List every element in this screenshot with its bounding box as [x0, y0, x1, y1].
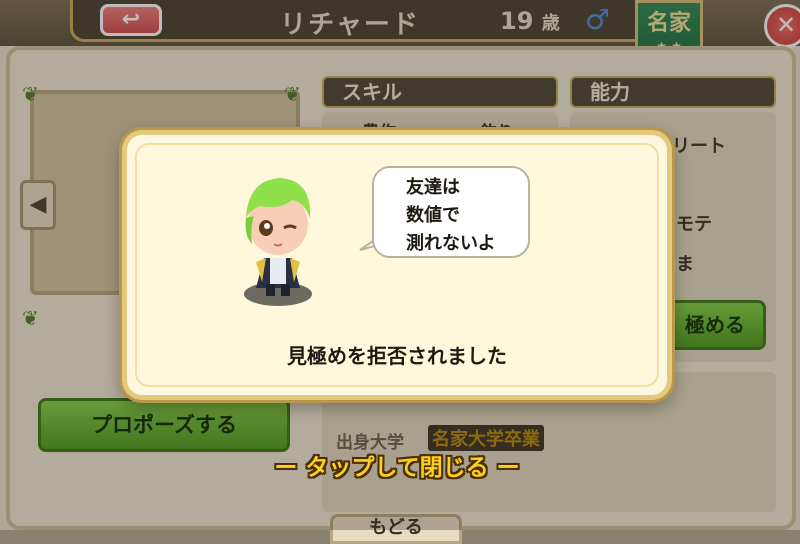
speech-line: 測れないよ — [406, 233, 496, 254]
speech-line: 友達は — [406, 177, 460, 198]
speech-bubble: 友達は 数値で 測れないよ — [372, 166, 530, 258]
character-avatar-icon — [244, 178, 312, 306]
speech-line: 数値で — [406, 205, 460, 226]
tap-to-close-prompt[interactable]: ー タップして閉じる ー — [252, 448, 542, 482]
dialog-message: 見極めを拒否されました — [287, 344, 507, 368]
